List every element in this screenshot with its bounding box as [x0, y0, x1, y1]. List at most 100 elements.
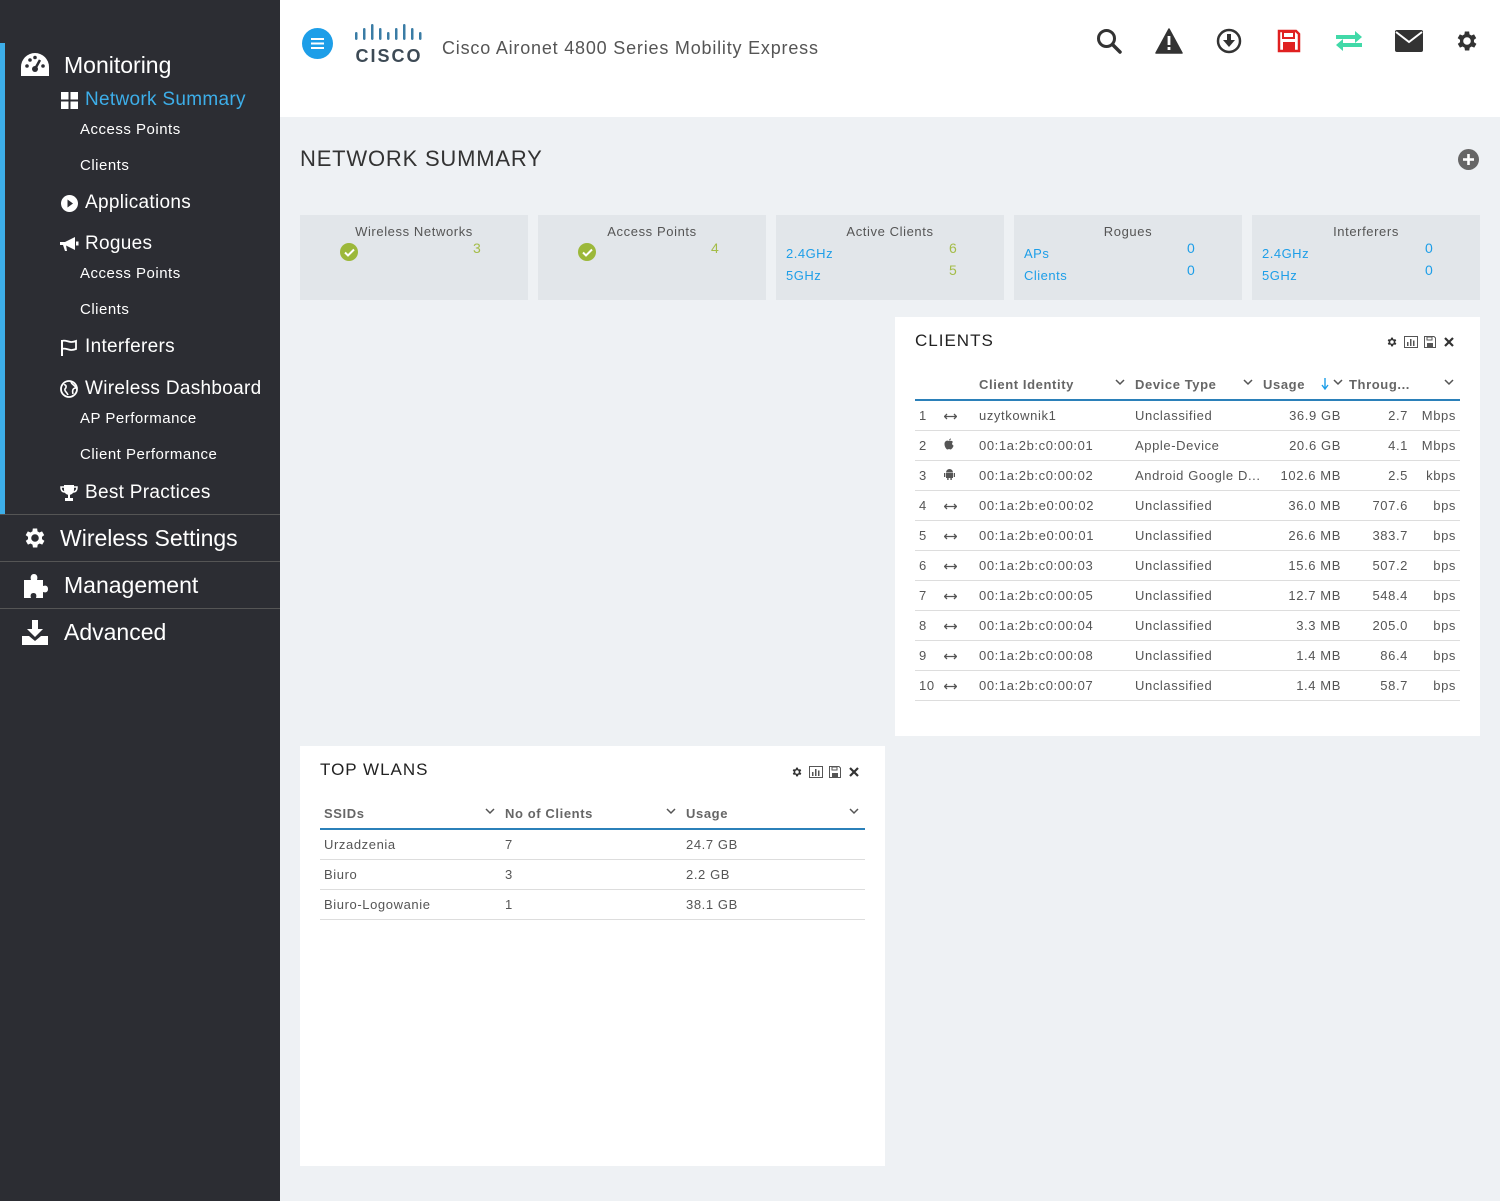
- chart-icon[interactable]: [1404, 335, 1418, 349]
- nav-wireless-settings-label: Wireless Settings: [60, 524, 238, 551]
- table-row[interactable]: 8 00:1a:2b:c0:00:04 Unclassified 3.3 MB 205.…: [915, 610, 1460, 641]
- sidebar-divider: [0, 514, 280, 515]
- chevron-down-icon[interactable]: [1444, 379, 1454, 386]
- client-usage: 26.6 MB: [1259, 520, 1345, 551]
- search-icon[interactable]: [1094, 26, 1124, 56]
- table-row[interactable]: Biuro 3 2.2 GB: [320, 859, 865, 890]
- table-row[interactable]: Urzadzenia 7 24.7 GB: [320, 829, 865, 860]
- warning-icon[interactable]: [1154, 26, 1184, 56]
- table-header-row: Client Identity Device Type Usage Throug…: [915, 370, 1460, 401]
- card-interferers[interactable]: Interferers 2.4GHz 0 5GHz 0: [1252, 215, 1480, 300]
- ethernet-icon: [943, 498, 958, 513]
- throughput-value: 507.2: [1345, 550, 1412, 581]
- nav-rogues[interactable]: Rogues: [59, 233, 152, 255]
- nav-management[interactable]: Management: [20, 570, 198, 600]
- throughput-unit: kbps: [1412, 460, 1460, 491]
- save-icon[interactable]: [1274, 26, 1304, 56]
- table-row[interactable]: 2 00:1a:2b:c0:00:01 Apple-Device 20.6 GB 4.1…: [915, 430, 1460, 461]
- nav-client-performance[interactable]: Client Performance: [80, 446, 217, 463]
- chevron-down-icon[interactable]: [485, 808, 495, 815]
- row-index: 7: [915, 580, 940, 611]
- column-header-type-icon: [940, 370, 975, 401]
- table-row[interactable]: 7 00:1a:2b:c0:00:05 Unclassified 12.7 MB 548…: [915, 580, 1460, 611]
- row-index: 8: [915, 610, 940, 641]
- close-icon[interactable]: [1442, 335, 1456, 349]
- column-header-device-type[interactable]: Device Type: [1131, 370, 1259, 401]
- client-identity: 00:1a:2b:c0:00:05: [975, 580, 1131, 611]
- table-row[interactable]: 10 00:1a:2b:c0:00:07 Unclassified 1.4 MB 58.…: [915, 670, 1460, 701]
- card-active-clients[interactable]: Active Clients 2.4GHz 6 5GHz 5: [776, 215, 1004, 300]
- svg-text:CISCO: CISCO: [355, 46, 422, 64]
- card-access-points[interactable]: Access Points 4: [538, 215, 766, 300]
- gear-icon[interactable]: [1452, 26, 1482, 56]
- wlan-client-count: 1: [501, 889, 682, 920]
- column-header-throughput[interactable]: Throug...: [1333, 370, 1460, 401]
- nav-ns-access-points[interactable]: Access Points: [80, 121, 181, 138]
- table-row[interactable]: 5 00:1a:2b:e0:00:01 Unclassified 26.6 MB 383…: [915, 520, 1460, 551]
- chevron-down-icon[interactable]: [1333, 379, 1343, 386]
- clients-table: Client Identity Device Type Usage Throug…: [915, 370, 1460, 701]
- throughput-unit: bps: [1412, 610, 1460, 641]
- nav-rogues-clients[interactable]: Clients: [80, 301, 129, 318]
- chart-icon[interactable]: [809, 765, 823, 779]
- add-widget-button[interactable]: [1458, 149, 1479, 170]
- nav-advanced[interactable]: Advanced: [20, 617, 166, 647]
- chevron-down-icon[interactable]: [1243, 379, 1253, 386]
- download-icon[interactable]: [1214, 26, 1244, 56]
- card-wireless-networks[interactable]: Wireless Networks 3: [300, 215, 528, 300]
- throughput-value: 707.6: [1345, 490, 1412, 521]
- nav-best-practices[interactable]: Best Practices: [59, 482, 211, 504]
- table-row[interactable]: 6 00:1a:2b:c0:00:03 Unclassified 15.6 MB 507…: [915, 550, 1460, 581]
- row-index: 9: [915, 640, 940, 671]
- column-header-ssids[interactable]: SSIDs: [320, 799, 501, 830]
- device-type: Unclassified: [1131, 640, 1259, 671]
- table-row[interactable]: 3 00:1a:2b:c0:00:02 Android Google D... 102…: [915, 460, 1460, 491]
- device-type: Android Google D...: [1131, 460, 1259, 491]
- sync-icon[interactable]: [1334, 26, 1364, 56]
- table-row[interactable]: 4 00:1a:2b:e0:00:02 Unclassified 36.0 MB 707…: [915, 490, 1460, 521]
- card-value: 3: [473, 240, 481, 256]
- table-row[interactable]: 9 00:1a:2b:c0:00:08 Unclassified 1.4 MB 86.4…: [915, 640, 1460, 671]
- nav-wireless-settings[interactable]: Wireless Settings: [20, 523, 238, 553]
- table-row[interactable]: Biuro-Logowanie 1 38.1 GB: [320, 889, 865, 920]
- row-index: 10: [915, 670, 940, 701]
- chevron-down-icon[interactable]: [849, 808, 859, 815]
- nav-wireless-dashboard[interactable]: Wireless Dashboard: [59, 378, 261, 400]
- rogue-clients-label: Clients: [1024, 268, 1068, 283]
- settings-icon[interactable]: [790, 765, 804, 779]
- flag-icon: [59, 337, 79, 357]
- column-header-usage[interactable]: Usage: [682, 799, 865, 830]
- nav-ap-performance[interactable]: AP Performance: [80, 410, 197, 427]
- chevron-down-icon[interactable]: [1115, 379, 1125, 386]
- client-usage: 3.3 MB: [1259, 610, 1345, 641]
- client-usage: 1.4 MB: [1259, 640, 1345, 671]
- nav-rogues-access-points[interactable]: Access Points: [80, 265, 181, 282]
- nav-ns-clients[interactable]: Clients: [80, 157, 129, 174]
- nav-applications[interactable]: Applications: [59, 192, 191, 214]
- nav-network-summary[interactable]: Network Summary: [59, 89, 246, 111]
- client-usage: 102.6 MB: [1259, 460, 1345, 491]
- device-icon-cell: [940, 490, 975, 521]
- nav-interferers[interactable]: Interferers: [59, 336, 175, 358]
- chevron-down-icon[interactable]: [666, 808, 676, 815]
- gear-icon: [20, 523, 50, 553]
- throughput-value: 2.7: [1345, 400, 1412, 431]
- settings-icon[interactable]: [1385, 335, 1399, 349]
- card-rogues[interactable]: Rogues APs 0 Clients 0: [1014, 215, 1242, 300]
- active-section-indicator: [0, 43, 5, 514]
- client-identity: 00:1a:2b:c0:00:08: [975, 640, 1131, 671]
- column-header-client-identity[interactable]: Client Identity: [975, 370, 1131, 401]
- wlans-table: SSIDs No of Clients Usage Urzadzenia 7 24.…: [320, 799, 865, 920]
- close-icon[interactable]: [847, 765, 861, 779]
- nav-monitoring[interactable]: Monitoring: [20, 50, 171, 80]
- sidebar: Monitoring Network Summary Access Points…: [0, 0, 280, 1201]
- table-row[interactable]: 1 uzytkownik1 Unclassified 36.9 GB 2.7 Mbps: [915, 400, 1460, 431]
- bullhorn-icon: [59, 234, 79, 254]
- save-icon[interactable]: [1423, 335, 1437, 349]
- menu-toggle-button[interactable]: [302, 28, 333, 59]
- save-icon[interactable]: [828, 765, 842, 779]
- device-type: Unclassified: [1131, 580, 1259, 611]
- throughput-unit: bps: [1412, 670, 1460, 701]
- mail-icon[interactable]: [1394, 26, 1424, 56]
- column-header-no-of-clients[interactable]: No of Clients: [501, 799, 682, 830]
